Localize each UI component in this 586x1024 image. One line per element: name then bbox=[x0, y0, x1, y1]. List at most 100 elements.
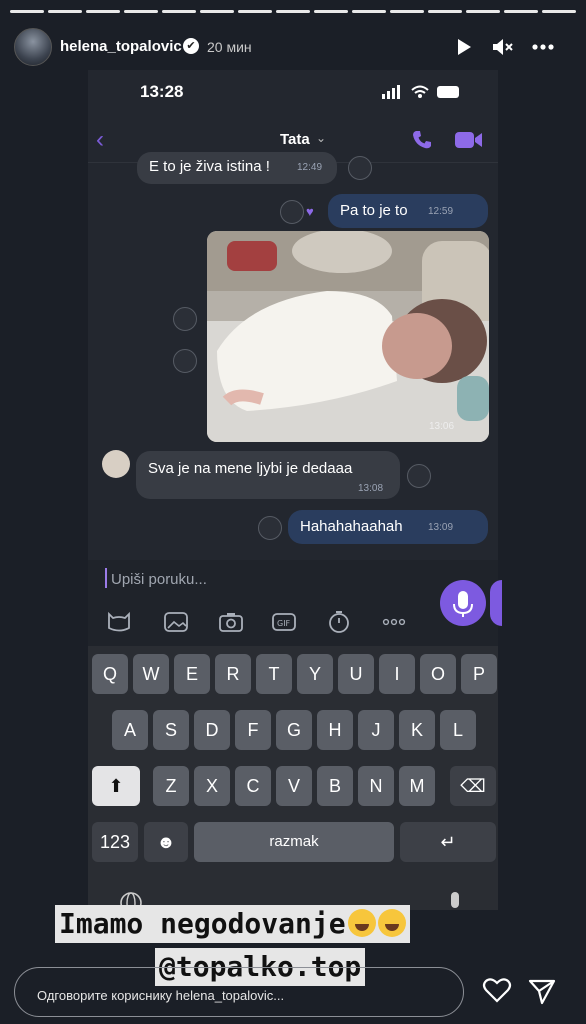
key-z[interactable]: Z bbox=[153, 766, 189, 806]
progress-segment bbox=[86, 10, 120, 13]
key-w[interactable]: W bbox=[133, 654, 169, 694]
key-a[interactable]: A bbox=[112, 710, 148, 750]
chevron-down-icon[interactable]: ⌄ bbox=[316, 131, 326, 145]
key-n[interactable]: N bbox=[358, 766, 394, 806]
heart-reaction-icon[interactable] bbox=[258, 516, 282, 540]
heart-reaction-icon[interactable] bbox=[280, 200, 304, 224]
progress-segment bbox=[276, 10, 310, 13]
story-age: 20 мин bbox=[207, 39, 252, 55]
message-time: 12:59 bbox=[428, 206, 454, 217]
key-f[interactable]: F bbox=[235, 710, 271, 750]
space-key[interactable]: razmak bbox=[194, 822, 394, 862]
key-b[interactable]: B bbox=[317, 766, 353, 806]
progress-segment bbox=[238, 10, 272, 13]
progress-segment bbox=[504, 10, 538, 13]
key-p[interactable]: P bbox=[461, 654, 497, 694]
numbers-key[interactable]: 123 bbox=[92, 822, 138, 862]
key-u[interactable]: U bbox=[338, 654, 374, 694]
contact-name[interactable]: Tata bbox=[280, 131, 310, 148]
message-bubble[interactable]: Pa to je to 12:59 bbox=[328, 194, 488, 228]
message-input[interactable]: Upiši poruku... bbox=[111, 571, 207, 588]
progress-segment bbox=[48, 10, 82, 13]
key-l[interactable]: L bbox=[440, 710, 476, 750]
text-caret bbox=[105, 568, 107, 588]
avatar[interactable] bbox=[102, 450, 130, 478]
progress-segment bbox=[124, 10, 158, 13]
key-t[interactable]: T bbox=[256, 654, 292, 694]
key-s[interactable]: S bbox=[153, 710, 189, 750]
message-bubble[interactable]: Sva je na mene ljybi je dedaaa 13:08 bbox=[136, 451, 400, 499]
play-icon[interactable] bbox=[450, 34, 476, 60]
laughing-emoji-icon bbox=[377, 909, 406, 937]
key-x[interactable]: X bbox=[194, 766, 230, 806]
message-text: Hahahahaahah bbox=[300, 518, 403, 535]
story-caption-line1: Imamo negodovanje bbox=[55, 905, 410, 943]
key-e[interactable]: E bbox=[174, 654, 210, 694]
verified-badge-icon: ✔ bbox=[183, 38, 199, 54]
progress-segment bbox=[200, 10, 234, 13]
progress-segment bbox=[390, 10, 424, 13]
key-v[interactable]: V bbox=[276, 766, 312, 806]
progress-segment bbox=[542, 10, 576, 13]
message-time: 13:09 bbox=[428, 522, 454, 533]
status-icons bbox=[382, 85, 459, 99]
emoji-key[interactable]: ☻ bbox=[144, 822, 188, 862]
progress-segment bbox=[428, 10, 462, 13]
progress-segment bbox=[162, 10, 196, 13]
gallery-icon[interactable] bbox=[163, 610, 189, 634]
back-arrow-icon[interactable]: ‹ bbox=[96, 126, 104, 154]
heart-reaction-icon[interactable] bbox=[348, 156, 372, 180]
key-o[interactable]: O bbox=[420, 654, 456, 694]
gif-icon[interactable]: GIF bbox=[271, 610, 297, 634]
liked-heart-icon: ♥ bbox=[306, 204, 314, 219]
mute-icon[interactable] bbox=[489, 34, 515, 60]
forward-icon[interactable] bbox=[173, 307, 197, 331]
sticker-icon[interactable] bbox=[106, 610, 132, 634]
key-m[interactable]: M bbox=[399, 766, 435, 806]
heart-reaction-icon[interactable] bbox=[173, 349, 197, 373]
story-progress-bar bbox=[10, 10, 576, 13]
more-options-icon[interactable] bbox=[530, 34, 556, 60]
shift-key[interactable]: ⬆ bbox=[92, 766, 140, 806]
username[interactable]: helena_topalovic bbox=[60, 38, 182, 55]
svg-text:GIF: GIF bbox=[277, 619, 291, 628]
send-button[interactable] bbox=[490, 580, 502, 626]
microphone-button[interactable] bbox=[440, 580, 486, 626]
camera-icon[interactable] bbox=[218, 610, 244, 634]
timer-icon[interactable] bbox=[326, 610, 352, 634]
key-y[interactable]: Y bbox=[297, 654, 333, 694]
status-time: 13:28 bbox=[140, 82, 184, 101]
backspace-key[interactable]: ⌫ bbox=[450, 766, 496, 806]
laughing-emoji-icon bbox=[347, 909, 376, 937]
message-text: Pa to je to bbox=[340, 202, 408, 219]
send-direct-icon[interactable] bbox=[527, 977, 557, 1005]
more-icon[interactable] bbox=[381, 610, 407, 634]
key-k[interactable]: K bbox=[399, 710, 435, 750]
key-c[interactable]: C bbox=[235, 766, 271, 806]
key-g[interactable]: G bbox=[276, 710, 312, 750]
message-text: E to je živa istina ! bbox=[149, 158, 270, 175]
return-key[interactable]: ↵ bbox=[400, 822, 496, 862]
avatar[interactable] bbox=[14, 28, 52, 66]
message-bubble[interactable]: E to je živa istina ! 12:49 bbox=[137, 152, 337, 184]
video-call-icon[interactable] bbox=[454, 128, 484, 152]
heart-icon[interactable] bbox=[482, 976, 512, 1004]
message-bubble[interactable]: Hahahahaahah 13:09 bbox=[288, 510, 488, 544]
key-i[interactable]: I bbox=[379, 654, 415, 694]
progress-segment bbox=[10, 10, 44, 13]
heart-reaction-icon[interactable] bbox=[407, 464, 431, 488]
photo-message[interactable]: 13:06 bbox=[207, 231, 489, 442]
phone-call-icon[interactable] bbox=[410, 128, 434, 152]
reply-placeholder: Одговорите кориснику helena_topalovic... bbox=[37, 988, 285, 1003]
dictation-icon[interactable] bbox=[446, 890, 464, 908]
progress-segment bbox=[314, 10, 348, 13]
message-text: Sva je na mene ljybi je dedaaa bbox=[148, 460, 353, 477]
key-d[interactable]: D bbox=[194, 710, 230, 750]
message-time: 12:49 bbox=[297, 162, 323, 173]
key-j[interactable]: J bbox=[358, 710, 394, 750]
message-time: 13:08 bbox=[358, 483, 384, 494]
key-h[interactable]: H bbox=[317, 710, 353, 750]
key-q[interactable]: Q bbox=[92, 654, 128, 694]
key-r[interactable]: R bbox=[215, 654, 251, 694]
progress-segment bbox=[352, 10, 386, 13]
